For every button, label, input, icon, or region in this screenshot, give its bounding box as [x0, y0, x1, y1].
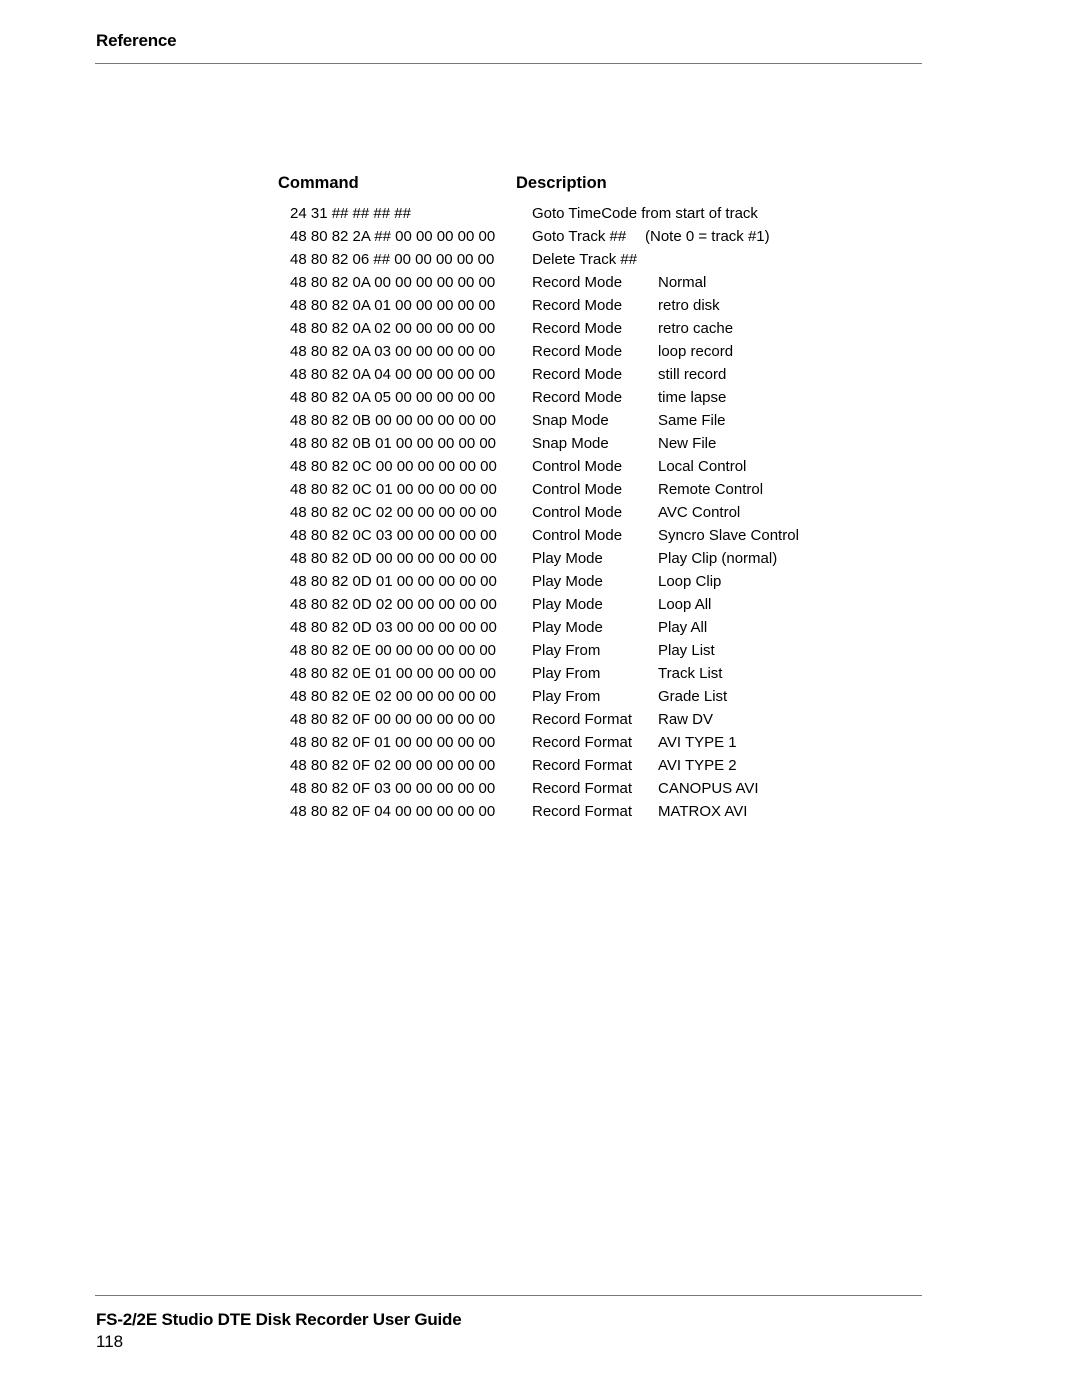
command-code: 48 80 82 0C 01 00 00 00 00 00: [290, 481, 497, 498]
command-description: Control Mode: [532, 527, 623, 544]
command-value: AVI TYPE 2: [658, 757, 737, 774]
command-description: Control Mode: [532, 481, 623, 498]
command-value: Local Control: [658, 458, 747, 475]
command-description: Record Format: [532, 757, 633, 774]
command-description: Play Mode: [532, 596, 603, 613]
command-value: retro cache: [658, 320, 734, 337]
footer-divider: [95, 1295, 922, 1296]
command-description: Record Format: [532, 780, 633, 797]
command-description: Record Mode: [532, 274, 623, 291]
command-description: Play Mode: [532, 573, 603, 590]
command-code: 48 80 82 0B 01 00 00 00 00 00: [290, 435, 497, 452]
command-value: Normal: [658, 274, 707, 291]
command-code: 48 80 82 0E 00 00 00 00 00 00: [290, 642, 497, 659]
command-code: 48 80 82 0D 01 00 00 00 00 00: [290, 573, 497, 590]
header-divider: [95, 63, 922, 64]
command-description: Goto Track ##: [532, 228, 627, 245]
command-code: 48 80 82 0F 01 00 00 00 00 00: [290, 734, 496, 751]
command-code: 48 80 82 0F 04 00 00 00 00 00: [290, 803, 496, 820]
command-description: Record Mode: [532, 343, 623, 360]
command-value: CANOPUS AVI: [658, 780, 759, 797]
command-description: Record Format: [532, 711, 633, 728]
command-description: Record Format: [532, 734, 633, 751]
command-value: Track List: [658, 665, 723, 682]
command-value: Play List: [658, 642, 715, 659]
command-value: Loop All: [658, 596, 712, 613]
command-description: Record Mode: [532, 297, 623, 314]
command-code: 48 80 82 0F 00 00 00 00 00 00: [290, 711, 496, 728]
command-description: Record Mode: [532, 389, 623, 406]
command-value: Loop Clip: [658, 573, 722, 590]
section-title: Reference: [96, 31, 177, 50]
command-code: 48 80 82 06 ## 00 00 00 00 00: [290, 251, 495, 268]
command-code: 48 80 82 0D 00 00 00 00 00 00: [290, 550, 497, 567]
command-value: Remote Control: [658, 481, 764, 498]
command-code: 48 80 82 0A 05 00 00 00 00 00: [290, 389, 496, 406]
command-code: 48 80 82 0A 02 00 00 00 00 00: [290, 320, 496, 337]
command-code: 48 80 82 0C 02 00 00 00 00 00: [290, 504, 497, 521]
command-code: 48 80 82 0F 03 00 00 00 00 00: [290, 780, 496, 797]
command-code: 48 80 82 0A 04 00 00 00 00 00: [290, 366, 496, 383]
command-description: Play From: [532, 688, 601, 705]
command-value: Raw DV: [658, 711, 714, 728]
command-value: MATROX AVI: [658, 803, 748, 820]
command-description: Play From: [532, 642, 601, 659]
column-header-description: Description: [516, 174, 607, 192]
command-description: Record Mode: [532, 320, 623, 337]
command-value: retro disk: [658, 297, 720, 314]
command-description: Control Mode: [532, 504, 623, 521]
command-description: Play Mode: [532, 619, 603, 636]
command-description: Play From: [532, 665, 601, 682]
command-description: Record Format: [532, 803, 633, 820]
command-value: AVC Control: [658, 504, 741, 521]
command-code: 48 80 82 2A ## 00 00 00 00 00: [290, 228, 496, 245]
command-value: AVI TYPE 1: [658, 734, 737, 751]
command-code: 48 80 82 0A 00 00 00 00 00 00: [290, 274, 496, 291]
command-description: Snap Mode: [532, 412, 609, 429]
command-code: 48 80 82 0D 03 00 00 00 00 00: [290, 619, 497, 636]
command-description: Record Mode: [532, 366, 623, 383]
column-header-command: Command: [278, 174, 359, 192]
command-code: 48 80 82 0C 00 00 00 00 00 00: [290, 458, 497, 475]
command-code: 48 80 82 0E 02 00 00 00 00 00: [290, 688, 497, 705]
command-note: (Note 0 = track #1): [645, 228, 770, 245]
command-code: 24 31 ## ## ## ##: [290, 205, 411, 222]
command-code: 48 80 82 0C 03 00 00 00 00 00: [290, 527, 497, 544]
command-code: 48 80 82 0A 01 00 00 00 00 00: [290, 297, 496, 314]
page-number: 118: [96, 1332, 124, 1351]
command-description: Snap Mode: [532, 435, 609, 452]
command-value: loop record: [658, 343, 734, 360]
command-code: 48 80 82 0B 00 00 00 00 00 00: [290, 412, 497, 429]
command-value: Same File: [658, 412, 726, 429]
command-code: 48 80 82 0E 01 00 00 00 00 00: [290, 665, 497, 682]
command-value: Play Clip (normal): [658, 550, 778, 567]
command-description: Play Mode: [532, 550, 603, 567]
command-code: 48 80 82 0A 03 00 00 00 00 00: [290, 343, 496, 360]
command-code: 48 80 82 0F 02 00 00 00 00 00: [290, 757, 496, 774]
command-value: time lapse: [658, 389, 727, 406]
command-value: still record: [658, 366, 727, 383]
command-value: Play All: [658, 619, 708, 636]
command-value: New File: [658, 435, 717, 452]
guide-title: FS-2/2E Studio DTE Disk Recorder User Gu…: [96, 1310, 462, 1329]
command-description: Delete Track ##: [532, 251, 638, 268]
command-value: Syncro Slave Control: [658, 527, 799, 544]
command-description: Control Mode: [532, 458, 623, 475]
command-code: 48 80 82 0D 02 00 00 00 00 00: [290, 596, 497, 613]
command-value: Grade List: [658, 688, 728, 705]
command-description: Goto TimeCode from start of track: [532, 205, 758, 222]
